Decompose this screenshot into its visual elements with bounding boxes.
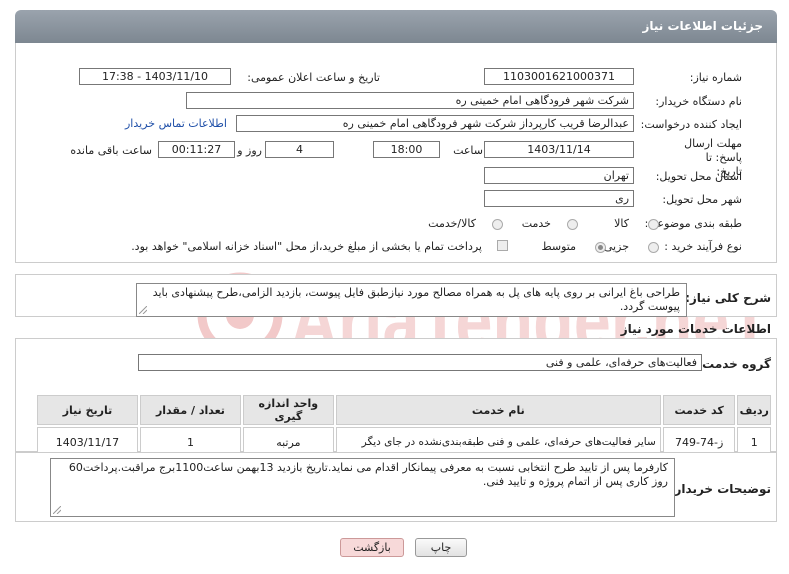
remaining-label: ساعت باقی مانده [70,144,152,157]
payment-note: پرداخت تمام یا بخشی از مبلغ خرید،از محل … [131,240,482,253]
process-radio-medium[interactable] [595,242,606,253]
category-radio-goods[interactable] [648,219,659,230]
col-quantity: تعداد / مقدار [139,395,241,425]
buyer-org-label: نام دستگاه خریدار: [655,95,742,108]
category-option-goods: کالا [614,217,629,230]
buyer-notes-label: توضیحات خریدار: [669,482,771,496]
services-table: ردیف کد خدمت نام خدمت واحد اندازه گیری ت… [35,393,773,459]
need-number-label: شماره نیاز: [689,71,742,84]
category-label: طبقه بندی موضوعی: [644,217,742,230]
page-header: جزئیات اطلاعات نیاز [15,10,777,43]
buyer-org-field[interactable]: شرکت شهر فرودگاهی امام خمینی ره [186,92,634,109]
province-label: استان محل تحویل: [655,170,742,183]
process-option-minor: جزیی [603,240,629,253]
col-service-name: نام خدمت [335,395,661,425]
resize-grip-icon[interactable] [139,306,147,314]
deadline-date-field[interactable]: 1403/11/14 [484,141,634,158]
services-section-title: اطلاعات خدمات مورد نیاز [620,322,771,336]
announce-field[interactable]: 1403/11/10 - 17:38 [79,68,231,85]
service-group-field[interactable]: فعالیت‌های حرفه‌ای، علمی و فنی [138,354,702,371]
creator-field[interactable]: عبدالرضا قریب کارپرداز شرکت شهر فرودگاهی… [236,115,634,132]
category-radio-both[interactable] [492,219,503,230]
province-field[interactable]: تهران [484,167,634,184]
deadline-time-label: ساعت [453,144,483,157]
city-field[interactable]: ری [484,190,634,207]
page-title: جزئیات اطلاعات نیاز [642,19,763,33]
process-radio-minor[interactable] [648,242,659,253]
days-label: روز و [237,144,262,157]
category-option-both: کالا/خدمت [428,217,476,230]
page: جزئیات اطلاعات نیاز شماره نیاز: 11030016… [0,0,789,574]
city-label: شهر محل تحویل: [662,193,742,206]
process-label: نوع فرآیند خرید : [664,240,742,253]
buyer-notes-text: کارفرما پس از تایید طرح انتخابی نسبت به … [68,461,668,488]
back-button[interactable]: بازگشت [340,538,404,557]
announce-label: تاریخ و ساعت اعلان عمومی: [247,71,380,84]
treasury-payment-checkbox[interactable] [497,240,508,251]
print-button[interactable]: چاپ [415,538,467,557]
table-header-row: ردیف کد خدمت نام خدمت واحد اندازه گیری ت… [37,395,771,425]
col-row-number: ردیف [737,395,771,425]
col-unit: واحد اندازه گیری [242,395,334,425]
category-option-service: خدمت [521,217,551,230]
deadline-time-field[interactable]: 18:00 [373,141,440,158]
col-need-date: تاریخ نیاز [37,395,138,425]
service-group-label: گروه خدمت: [697,357,771,371]
remaining-time-field[interactable]: 00:11:27 [158,141,235,158]
summary-textarea[interactable]: طراحی باغ ایرانی بر روی پایه های پل به ه… [136,283,687,317]
category-radio-service[interactable] [567,219,578,230]
summary-label: شرح کلی نیاز: [685,291,771,305]
summary-text: طراحی باغ ایرانی بر روی پایه های پل به ه… [152,286,680,313]
creator-label: ایجاد کننده درخواست: [640,118,742,131]
days-field[interactable]: 4 [265,141,334,158]
resize-grip-icon[interactable] [53,506,61,514]
buyer-contact-link[interactable]: اطلاعات تماس خریدار [125,117,227,130]
buyer-notes-textarea[interactable]: کارفرما پس از تایید طرح انتخابی نسبت به … [50,458,675,517]
col-service-code: کد خدمت [662,395,736,425]
need-number-field[interactable]: 1103001621000371 [484,68,634,85]
process-option-medium: متوسط [541,240,576,253]
